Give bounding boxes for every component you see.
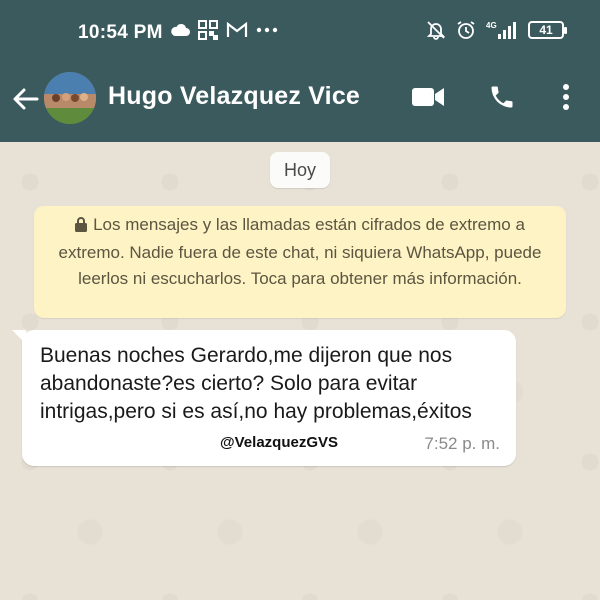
status-icons-right: 4G 41 [426, 20, 567, 40]
video-call-icon [411, 86, 445, 113]
date-chip: Hoy [270, 152, 330, 188]
alarm-icon [456, 20, 476, 40]
mute-icon [426, 20, 446, 40]
svg-text:4G: 4G [486, 21, 497, 30]
chat-area[interactable]: Hoy Los mensajes y las llamadas están ci… [0, 142, 600, 600]
encryption-notice-text: Los mensajes y las llamadas están cifrad… [58, 215, 542, 288]
message-text: Buenas noches Gerardo,me dijeron que nos… [40, 344, 472, 423]
message-time: 7:52 p. m. [424, 434, 500, 453]
more-options-button[interactable] [548, 83, 584, 116]
qr-app-icon [198, 20, 218, 40]
gmail-icon [226, 22, 248, 38]
encryption-notice[interactable]: Los mensajes y las llamadas están cifrad… [34, 206, 566, 318]
video-call-button[interactable] [410, 84, 446, 114]
status-icons-left [170, 20, 278, 40]
contact-name[interactable]: Hugo Velazquez Vice [108, 82, 360, 111]
lock-icon [75, 214, 88, 240]
battery-indicator: 41 [528, 21, 567, 39]
phone-icon [488, 83, 516, 116]
watermark-handle: @VelazquezGVS [218, 434, 341, 451]
cloud-icon [170, 23, 190, 37]
more-vert-icon [562, 83, 570, 116]
voice-call-button[interactable] [484, 84, 520, 114]
arrow-left-icon [13, 88, 39, 115]
more-dots-icon [256, 27, 278, 33]
back-button[interactable] [8, 83, 44, 119]
contact-avatar[interactable] [44, 72, 96, 124]
signal-4g-icon: 4G [486, 20, 518, 40]
status-bar: 10:54 PM 4G 41 [0, 0, 600, 70]
chat-header: Hugo Velazquez Vice [0, 70, 600, 142]
status-time: 10:54 PM [78, 22, 163, 43]
